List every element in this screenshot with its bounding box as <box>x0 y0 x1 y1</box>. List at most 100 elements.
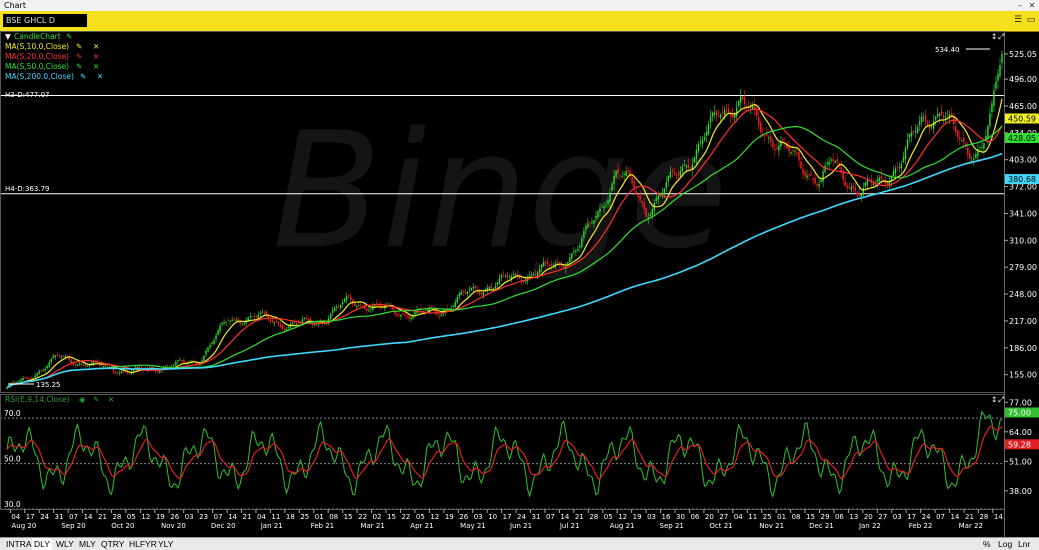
period-wly[interactable]: WLY <box>54 538 76 550</box>
candle-body <box>704 137 705 139</box>
pencil-icon[interactable]: ✎ <box>76 62 82 71</box>
candle-body <box>820 180 821 182</box>
candle-body <box>710 117 711 123</box>
x-day-label: 28 <box>979 513 988 521</box>
legend-arrow-icon[interactable]: ▼ <box>5 32 11 41</box>
candle-body <box>549 265 550 266</box>
candle-body <box>810 174 811 176</box>
candle-body <box>47 366 48 368</box>
remove-icon[interactable]: ✕ <box>93 52 99 61</box>
period-intra[interactable]: INTRA <box>4 538 34 550</box>
remove-icon[interactable]: ✕ <box>93 42 99 51</box>
candle-body <box>44 369 45 371</box>
candle-body <box>36 373 37 375</box>
legend-rsi-label[interactable]: RSI(E,9,14,Close) <box>5 395 70 404</box>
legend-ma20-label[interactable]: MA(S,20.0,Close) <box>5 52 69 61</box>
candle-body <box>529 275 530 276</box>
candle-body <box>899 167 900 168</box>
candle-body <box>935 116 936 119</box>
maximize-icon[interactable]: ▭ <box>1026 14 1036 26</box>
symbol-box[interactable]: BSE GHCL D <box>3 14 87 27</box>
candle-body <box>203 356 204 361</box>
list-icon[interactable]: ☰ <box>1013 14 1023 26</box>
rsi-y-tick-label: 38.00 <box>1009 487 1032 496</box>
candle-body <box>770 136 771 142</box>
candle-body <box>774 149 775 150</box>
rsi-y-tick-label: 77.00 <box>1009 398 1032 407</box>
x-day-label: 23 <box>199 513 208 521</box>
period-mly[interactable]: MLY <box>77 538 98 550</box>
x-day-label: 19 <box>633 513 642 521</box>
candle-body <box>698 144 699 151</box>
candle-body <box>760 123 761 133</box>
pencil-icon[interactable]: ✎ <box>66 32 72 41</box>
candle-body <box>979 147 980 148</box>
x-month-label: Dec 20 <box>211 522 236 530</box>
candle-body <box>931 126 932 127</box>
candle-body <box>999 65 1000 76</box>
minimize-icon[interactable]: – <box>1015 0 1025 11</box>
candle-body <box>981 147 982 148</box>
panel-maximize-icon[interactable]: ⤢ <box>997 32 1004 41</box>
candle-body <box>901 164 902 168</box>
panel-expand-icon[interactable]: ↕ <box>991 395 997 404</box>
candle-body <box>22 378 23 380</box>
legend-ma50-label[interactable]: MA(S,50.0,Close) <box>5 62 69 71</box>
pencil-icon[interactable]: ✎ <box>93 395 99 404</box>
candle-body <box>714 113 715 115</box>
x-day-label: 04 <box>11 513 20 521</box>
remove-icon[interactable]: ✕ <box>93 62 99 71</box>
panel-maximize-icon[interactable]: ⤢ <box>997 395 1004 404</box>
x-day-label: 02 <box>373 513 382 521</box>
period-qtry[interactable]: QTRY <box>99 538 126 550</box>
x-month-label: Sep 20 <box>61 522 85 530</box>
candle-body <box>806 175 807 177</box>
x-day-label: 25 <box>300 513 309 521</box>
x-day-label: 31 <box>532 513 541 521</box>
panel-expand-icon[interactable]: ↕ <box>991 32 997 41</box>
x-month-label: Jul 21 <box>559 522 580 530</box>
pencil-icon[interactable]: ✎ <box>76 52 82 61</box>
candle-body <box>81 363 82 364</box>
remove-icon[interactable]: ✕ <box>97 72 103 81</box>
h4-label[interactable]: H4-D:363.79 <box>5 185 50 193</box>
linear-scale-button[interactable]: Lnr <box>1018 538 1030 550</box>
period-yly[interactable]: YLY <box>156 538 175 550</box>
candle-body <box>537 273 538 276</box>
pencil-icon[interactable]: ✎ <box>80 72 86 81</box>
legend-ma10-label[interactable]: MA(S,10.0,Close) <box>5 42 69 51</box>
candle-body <box>181 361 182 362</box>
candle-body <box>495 286 496 288</box>
watermark-group: Binge <box>272 97 728 284</box>
candle-body <box>652 209 653 214</box>
legend-candle-label[interactable]: CandleChart <box>14 32 61 41</box>
candle-body <box>766 134 767 135</box>
pencil-icon[interactable]: ✎ <box>76 42 82 51</box>
h3-label[interactable]: H3-D:477.07 <box>5 91 50 99</box>
legend-ma200-label[interactable]: MA(S,200.0,Close) <box>5 72 74 81</box>
candle-body <box>851 187 852 189</box>
candle-body <box>804 172 805 176</box>
x-day-label: 24 <box>922 513 931 521</box>
x-day-label: 31 <box>55 513 64 521</box>
candle-body <box>501 275 502 277</box>
candle-body <box>177 360 178 361</box>
candle-body <box>284 329 285 330</box>
x-month-label: May 21 <box>460 522 486 530</box>
price-y-tick-label: 496.00 <box>1009 75 1037 84</box>
eye-icon[interactable]: ◉ <box>79 395 86 404</box>
period-dly[interactable]: DLY <box>32 538 52 550</box>
percent-scale-button[interactable]: % <box>983 538 991 550</box>
candle-body <box>792 150 793 151</box>
candle-body <box>758 117 759 124</box>
candle-body <box>406 316 407 317</box>
period-hlfyr[interactable]: HLFYR <box>127 538 159 550</box>
candle-body <box>577 249 578 251</box>
log-scale-button[interactable]: Log <box>998 538 1012 550</box>
close-icon[interactable]: ✕ <box>1027 0 1037 11</box>
candle-body <box>845 182 846 186</box>
candle-body <box>700 142 701 143</box>
candle-body <box>219 326 220 332</box>
remove-icon[interactable]: ✕ <box>108 395 114 404</box>
candle-body <box>676 175 677 176</box>
